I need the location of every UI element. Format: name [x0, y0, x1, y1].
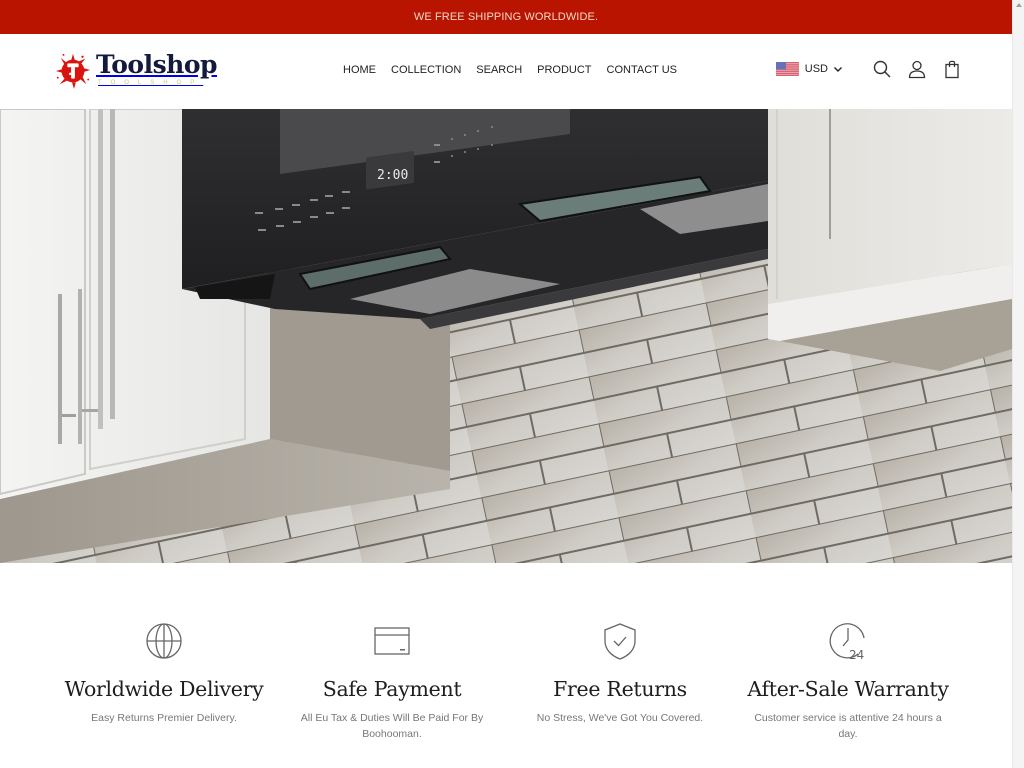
- announcement-text: WE FREE SHIPPING WORLDWIDE.: [413, 11, 599, 23]
- chevron-down-icon: [834, 67, 842, 72]
- currency-selector[interactable]: USD: [775, 62, 843, 76]
- page: WE FREE SHIPPING WORLDWIDE. Toolshop TOO…: [0, 0, 1012, 768]
- credit-card-icon: [374, 627, 410, 655]
- feature-title: Worldwide Delivery: [64, 677, 264, 701]
- page-scrollbar[interactable]: [1012, 0, 1024, 768]
- search-icon: [873, 60, 891, 78]
- microwave-display: 2:00: [377, 168, 408, 183]
- cart-bag-icon: [945, 60, 959, 79]
- feature-description: All Eu Tax & Duties Will Be Paid For By …: [300, 712, 484, 740]
- announcement-bar: WE FREE SHIPPING WORLDWIDE.: [0, 0, 1012, 34]
- scroll-up-arrow-icon[interactable]: [1016, 3, 1022, 7]
- site-header: Toolshop TOOLSHOP HOME COLLECTION SEARCH…: [0, 34, 1012, 109]
- nav-search[interactable]: SEARCH: [476, 64, 522, 76]
- feature-description: Customer service is attentive 24 hours a…: [754, 712, 942, 740]
- currency-label: USD: [804, 63, 828, 75]
- account-button[interactable]: [907, 59, 927, 79]
- feature-description: No Stress, We've Got You Covered.: [536, 712, 704, 724]
- features-section: Worldwide Delivery Easy Returns Premier …: [50, 620, 962, 742]
- clock-24-icon: 24: [829, 623, 865, 661]
- account-icon: [908, 60, 926, 79]
- feature-free-returns: Free Returns No Stress, We've Got You Co…: [506, 620, 734, 742]
- logo-splat-icon: [55, 53, 91, 90]
- feature-safe-payment: Safe Payment All Eu Tax & Duties Will Be…: [278, 620, 506, 742]
- nav-home[interactable]: HOME: [343, 64, 376, 76]
- brand-logo[interactable]: Toolshop TOOLSHOP: [54, 50, 218, 91]
- hero-image: 2:00: [0, 109, 1012, 563]
- main-nav: HOME COLLECTION SEARCH PRODUCT CONTACT U…: [343, 64, 677, 76]
- feature-description: Easy Returns Premier Delivery.: [91, 712, 237, 724]
- header-tools: USD: [775, 59, 962, 79]
- nav-product[interactable]: PRODUCT: [537, 64, 591, 76]
- feature-worldwide-delivery: Worldwide Delivery Easy Returns Premier …: [50, 620, 278, 742]
- feature-after-sale-warranty: 24 After-Sale Warranty Customer service …: [734, 620, 962, 742]
- globe-icon: [146, 623, 182, 659]
- feature-title: Free Returns: [553, 677, 687, 701]
- feature-title: Safe Payment: [322, 677, 462, 701]
- brand-tagline: TOOLSHOP: [98, 80, 204, 86]
- feature-title: After-Sale Warranty: [747, 677, 949, 701]
- hero-banner[interactable]: 2:00: [0, 109, 1012, 563]
- svg-text:24: 24: [849, 648, 864, 661]
- us-flag-icon: [775, 62, 799, 76]
- search-button[interactable]: [872, 59, 892, 79]
- brand-name: Toolshop: [96, 50, 218, 79]
- nav-collection[interactable]: COLLECTION: [391, 64, 461, 76]
- cart-button[interactable]: [942, 59, 962, 79]
- shield-check-icon: [604, 623, 636, 660]
- nav-contact-us[interactable]: CONTACT US: [607, 64, 678, 76]
